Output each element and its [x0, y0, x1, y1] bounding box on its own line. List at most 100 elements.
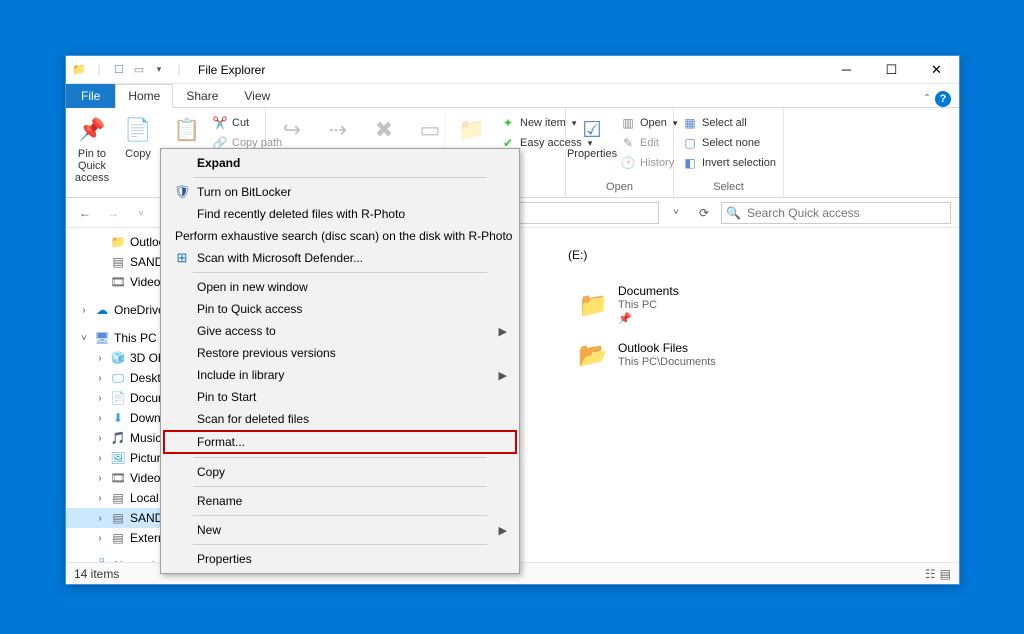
submenu-arrow-icon: ▶: [499, 369, 507, 382]
item-outlook-files[interactable]: 📂 Outlook Files This PC\Documents: [576, 338, 786, 372]
minimize-button[interactable]: ─: [824, 56, 869, 84]
menu-exhaustive[interactable]: Perform exhaustive search (disc scan) on…: [163, 225, 517, 247]
menu-defender[interactable]: ⊞Scan with Microsoft Defender...: [163, 247, 517, 269]
invert-selection-button[interactable]: ◧Invert selection: [678, 154, 780, 172]
item-drive-e[interactable]: ▤ (E:): [526, 238, 736, 272]
address-dropdown[interactable]: ˅: [665, 202, 687, 224]
expand-icon[interactable]: ›: [94, 413, 106, 424]
copy-button[interactable]: 📄 Copy: [116, 110, 160, 164]
select-all-button[interactable]: ▦Select all: [678, 114, 780, 132]
refresh-button[interactable]: ⟳: [693, 202, 715, 224]
onedrive-icon: ☁: [94, 302, 110, 318]
submenu-arrow-icon: ▶: [499, 325, 507, 338]
newfolder-icon: 📁: [456, 114, 488, 146]
ribbon-right: ˆ ?: [925, 91, 959, 107]
expand-icon[interactable]: ›: [78, 561, 90, 563]
properties-qat-icon[interactable]: ☐: [110, 61, 128, 79]
copyto-icon: ⇢: [322, 114, 354, 146]
menu-copy[interactable]: Copy: [163, 461, 517, 483]
folder-icon: 📁: [70, 61, 88, 79]
edit-icon: ✎: [620, 135, 636, 151]
expand-icon[interactable]: ›: [94, 533, 106, 544]
pin-to-quick-button[interactable]: 📌 Pin to Quickaccess: [70, 110, 114, 188]
expand-icon[interactable]: ›: [94, 493, 106, 504]
expand-icon[interactable]: ›: [94, 353, 106, 364]
back-button[interactable]: ←: [74, 202, 96, 224]
delete-icon: ✖: [368, 114, 400, 146]
menu-pin-quick[interactable]: Pin to Quick access: [163, 298, 517, 320]
help-icon[interactable]: ?: [935, 91, 951, 107]
ribbon-tabs: File Home Share View ˆ ?: [66, 84, 959, 108]
drive-icon: ▤: [110, 490, 126, 506]
tab-file[interactable]: File: [66, 84, 115, 108]
properties-button[interactable]: ☑ Properties: [570, 110, 614, 164]
expand-icon[interactable]: ›: [94, 513, 106, 524]
delete-button[interactable]: ✖: [362, 110, 406, 150]
paste-icon: 📋: [171, 114, 203, 146]
select-all-icon: ▦: [682, 115, 698, 131]
copy-to-button[interactable]: ⇢: [316, 110, 360, 150]
expand-icon[interactable]: ›: [94, 453, 106, 464]
new-folder-button[interactable]: 📁: [450, 110, 494, 150]
ribbon-group-open: ☑ Properties ▥Open▾ ✎Edit 🕑History Open: [566, 108, 674, 197]
menu-expand[interactable]: Expand: [163, 152, 517, 174]
invert-icon: ◧: [682, 155, 698, 171]
new-item-icon: ✦: [500, 115, 516, 131]
desktop-icon: 🖵: [110, 370, 126, 386]
menu-properties[interactable]: Properties: [163, 548, 517, 570]
menu-separator: [193, 515, 487, 516]
edit-button[interactable]: ✎Edit: [616, 134, 681, 152]
group-select-label: Select: [678, 179, 779, 195]
search-icon: 🔍: [726, 206, 741, 220]
menu-give-access[interactable]: Give access to▶: [163, 320, 517, 342]
history-button[interactable]: 🕑History: [616, 154, 681, 172]
titlebar: 📁 | ☐ ▭ ▾ | File Explorer ─ ☐ ✕: [66, 56, 959, 84]
recent-button[interactable]: ˅: [130, 202, 152, 224]
expand-icon[interactable]: ›: [94, 433, 106, 444]
menu-separator: [193, 486, 487, 487]
item-documents[interactable]: 📁 Documents This PC 📌: [576, 284, 786, 326]
details-view-button[interactable]: ☷: [925, 567, 936, 581]
menu-restore-previous[interactable]: Restore previous versions: [163, 342, 517, 364]
close-button[interactable]: ✕: [914, 56, 959, 84]
collapse-ribbon-icon[interactable]: ˆ: [925, 92, 929, 106]
tab-share[interactable]: Share: [173, 84, 231, 108]
expand-icon[interactable]: ›: [94, 473, 106, 484]
expand-icon[interactable]: ›: [94, 373, 106, 384]
menu-bitlocker[interactable]: 🛡Turn on BitLocker: [163, 181, 517, 203]
collapse-icon[interactable]: ˅: [78, 333, 90, 344]
move-to-button[interactable]: ↪: [270, 110, 314, 150]
videos-icon: 🎞: [110, 470, 126, 486]
group-open-label: Open: [570, 179, 669, 195]
menu-separator: [193, 177, 487, 178]
qat-separator: |: [90, 61, 108, 79]
rename-button[interactable]: ▭: [408, 110, 452, 150]
tab-view[interactable]: View: [231, 84, 283, 108]
open-icon: ▥: [620, 115, 636, 131]
search-input[interactable]: [745, 205, 946, 221]
expand-icon[interactable]: ›: [78, 305, 90, 316]
paste-button[interactable]: 📋: [162, 110, 206, 150]
new-folder-qat-icon[interactable]: ▭: [130, 61, 148, 79]
tab-home[interactable]: Home: [115, 84, 173, 108]
search-box[interactable]: 🔍: [721, 202, 951, 224]
expand-icon[interactable]: ›: [94, 393, 106, 404]
context-menu: Expand 🛡Turn on BitLocker Find recently …: [160, 148, 520, 574]
qat-dropdown-icon[interactable]: ▾: [150, 61, 168, 79]
select-none-button[interactable]: ▢Select none: [678, 134, 780, 152]
ribbon-group-select: ▦Select all ▢Select none ◧Invert selecti…: [674, 108, 784, 197]
menu-new[interactable]: New▶: [163, 519, 517, 541]
menu-pin-start[interactable]: Pin to Start: [163, 386, 517, 408]
menu-include-library[interactable]: Include in library▶: [163, 364, 517, 386]
menu-rename[interactable]: Rename: [163, 490, 517, 512]
videos-icon: 🎞: [110, 274, 126, 290]
large-icons-view-button[interactable]: ▤: [940, 567, 951, 581]
shield-icon: 🛡: [171, 182, 193, 202]
menu-open-new-window[interactable]: Open in new window: [163, 276, 517, 298]
menu-find-deleted[interactable]: Find recently deleted files with R-Photo: [163, 203, 517, 225]
menu-format[interactable]: Format...: [163, 430, 517, 454]
forward-button[interactable]: →: [102, 202, 124, 224]
menu-scan-deleted[interactable]: Scan for deleted files: [163, 408, 517, 430]
open-button[interactable]: ▥Open▾: [616, 114, 681, 132]
maximize-button[interactable]: ☐: [869, 56, 914, 84]
